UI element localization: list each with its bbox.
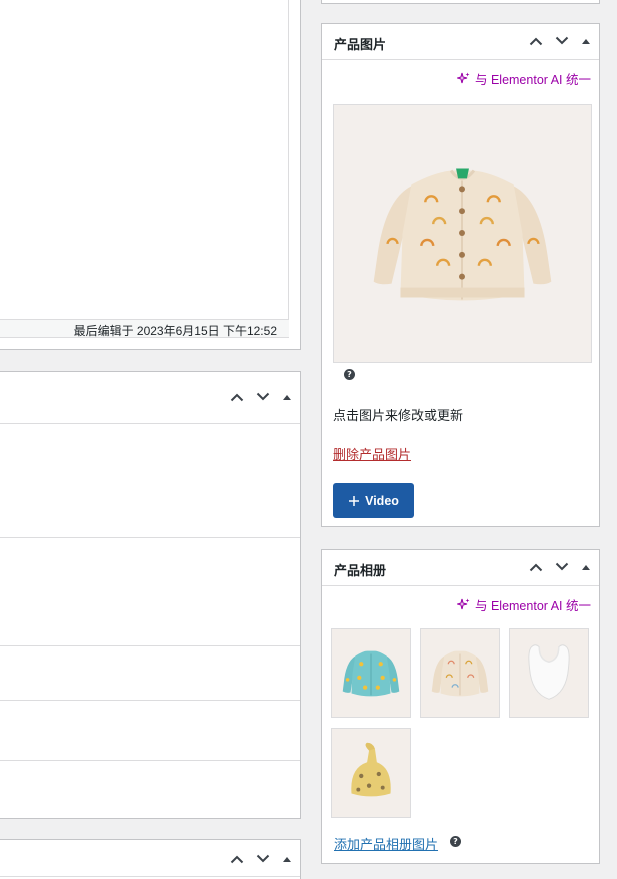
chevron-up-icon [230, 855, 244, 864]
move-down-button[interactable] [250, 386, 276, 408]
toggle-panel-button[interactable] [575, 30, 597, 52]
plus-icon [349, 495, 360, 506]
chevron-down-icon [256, 854, 270, 863]
move-down-button[interactable] [549, 556, 575, 578]
triangle-up-icon [283, 857, 291, 862]
remove-product-image-link[interactable]: 删除产品图片 [333, 444, 411, 463]
triangle-up-icon [283, 395, 291, 400]
elementor-ai-link[interactable]: 与 Elementor AI 统一 [456, 69, 591, 88]
product-main-image[interactable] [333, 104, 592, 363]
toggle-panel-button[interactable] [276, 848, 298, 870]
move-down-button[interactable] [250, 848, 276, 870]
sparkle-icon [456, 72, 470, 84]
right-metabox-above [321, 0, 600, 4]
toggle-panel-button[interactable] [276, 386, 298, 408]
editor-content-area[interactable] [0, 0, 289, 320]
move-up-button[interactable] [523, 30, 549, 52]
product-gallery-title: 产品相册 [334, 563, 387, 578]
elementor-ai-link[interactable]: 与 Elementor AI 统一 [456, 595, 591, 614]
chevron-down-icon [555, 36, 569, 45]
move-up-button[interactable] [224, 848, 250, 870]
triangle-up-icon [582, 39, 590, 44]
move-down-button[interactable] [549, 30, 575, 52]
add-gallery-images-link[interactable]: 添加产品相册图片 [334, 834, 438, 853]
toggle-panel-button[interactable] [575, 556, 597, 578]
video-button-label: Video [365, 493, 399, 508]
last-edited-text: 最后编辑于 2023年6月15日 下午12:52 [73, 324, 277, 338]
product-image-title: 产品图片 [334, 37, 387, 52]
gallery-image-white-bib[interactable] [509, 628, 589, 718]
elementor-ai-label: 与 Elementor AI 统一 [474, 599, 591, 613]
chevron-down-icon [256, 392, 270, 401]
gallery-image-blue-cardigan[interactable] [331, 628, 411, 718]
triangle-up-icon [582, 565, 590, 570]
chevron-up-icon [529, 563, 543, 572]
chevron-up-icon [230, 393, 244, 402]
editor-panel: 最后编辑于 2023年6月15日 下午12:52 [0, 0, 301, 350]
left-metabox [0, 371, 301, 819]
gallery-image-yellow-hat[interactable] [331, 728, 411, 818]
add-video-button[interactable]: Video [333, 483, 414, 518]
move-up-button[interactable] [523, 556, 549, 578]
left-metabox-2 [0, 839, 301, 879]
question-icon[interactable]: ? [450, 836, 461, 847]
chevron-up-icon [529, 37, 543, 46]
sparkle-icon [456, 598, 470, 610]
image-hint-text: 点击图片来修改或更新 [333, 408, 464, 423]
gallery-image-cream-cardigan[interactable] [420, 628, 500, 718]
question-icon[interactable]: ? [344, 369, 355, 380]
product-gallery-box: 产品相册 与 Elementor AI 统一 添加产品相册图片 ? [321, 549, 600, 864]
chevron-down-icon [555, 562, 569, 571]
move-up-button[interactable] [224, 386, 250, 408]
product-image-box: 产品图片 与 Elementor AI 统一 ? 点击图片来修改或更新 删除产品… [321, 23, 600, 527]
elementor-ai-label: 与 Elementor AI 统一 [474, 73, 591, 87]
cardigan-image [334, 105, 591, 362]
editor-status-bar: 最后编辑于 2023年6月15日 下午12:52 [0, 320, 289, 338]
